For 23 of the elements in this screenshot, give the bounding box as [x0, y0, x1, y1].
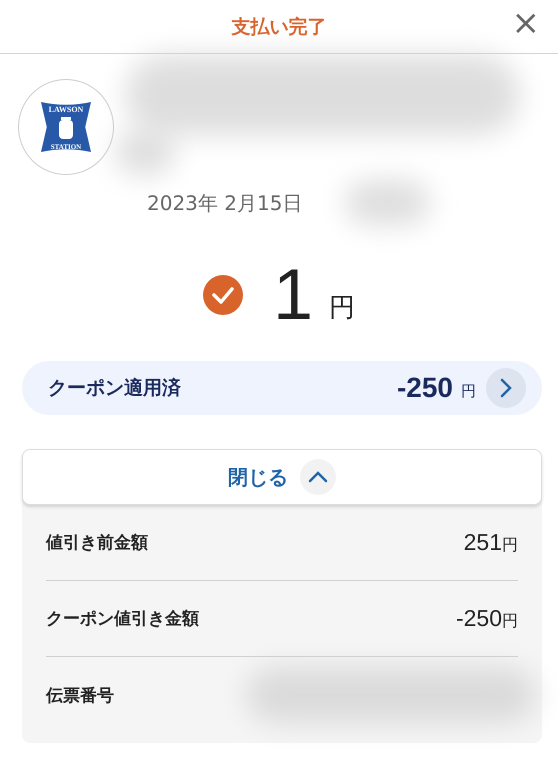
- chevron-right-button[interactable]: [486, 368, 526, 408]
- chevron-right-icon: [499, 378, 513, 398]
- currency-unit: 円: [502, 611, 518, 630]
- logo-text: LAWSON: [48, 105, 84, 114]
- detail-label: 値引き前金額: [46, 532, 148, 554]
- collapse-button[interactable]: 閉じる: [22, 449, 542, 505]
- detail-label: 伝票番号: [46, 684, 114, 706]
- coupon-amount: -250: [396, 372, 453, 404]
- payment-date: 2023年 2月15日: [147, 190, 302, 217]
- check-icon: [202, 275, 243, 315]
- coupon-label: クーポン適用済: [48, 376, 182, 401]
- detail-value: 251: [464, 529, 502, 555]
- currency-unit: 円: [461, 382, 476, 400]
- close-button[interactable]: ×: [508, 6, 544, 40]
- chevron-up-icon: [300, 459, 336, 495]
- currency-unit: 円: [502, 535, 518, 554]
- coupon-banner[interactable]: クーポン適用済 -250 円: [22, 361, 542, 415]
- screen-title: 支払い完了: [232, 14, 326, 40]
- detail-value: -250: [456, 605, 502, 631]
- payment-amount: 1: [272, 259, 314, 331]
- detail-label: クーポン値引き金額: [46, 608, 199, 630]
- currency-unit: 円: [329, 292, 356, 325]
- milk-bottle-icon: [59, 117, 73, 139]
